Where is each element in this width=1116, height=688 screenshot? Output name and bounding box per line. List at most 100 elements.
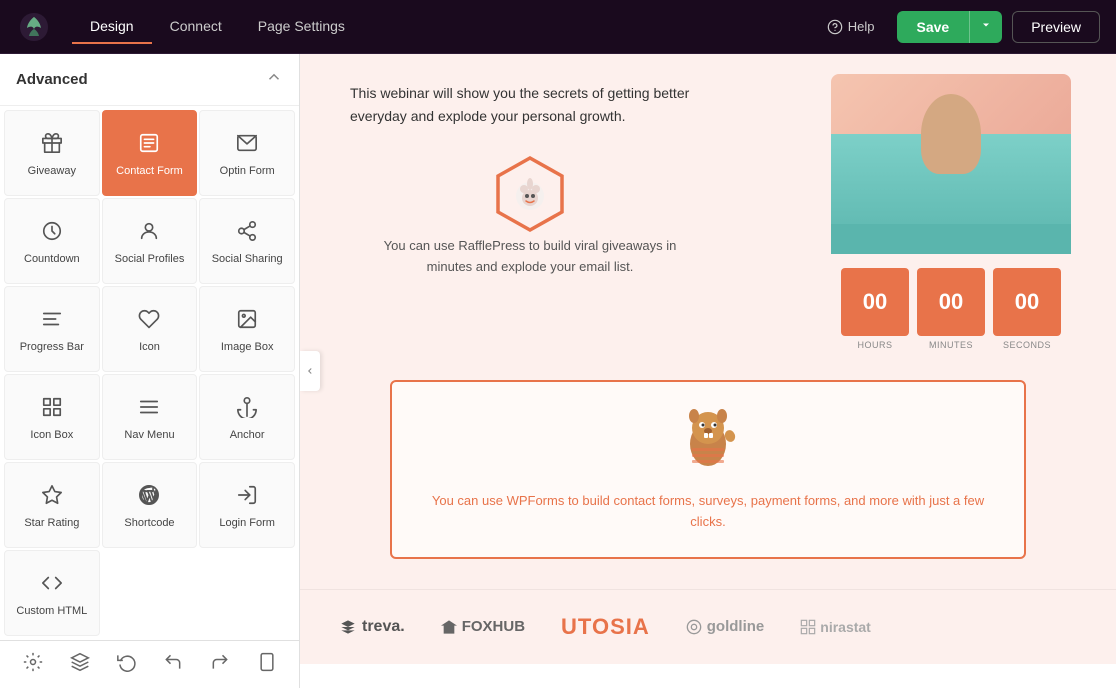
wordpress-icon bbox=[138, 484, 160, 510]
redo-toolbar-icon[interactable] bbox=[202, 644, 238, 685]
webinar-headline: This webinar will show you the secrets o… bbox=[350, 82, 710, 128]
logo-nirastat: nirastat bbox=[800, 619, 871, 635]
countdown-seconds-value: 00 bbox=[1015, 291, 1039, 313]
logo-utosia: UTOSIA bbox=[561, 614, 650, 640]
widget-social-sharing-label: Social Sharing bbox=[212, 252, 283, 266]
widget-nav-menu-label: Nav Menu bbox=[124, 428, 174, 442]
learn-section: Learn My Top 3 Secrets to Improving Your… bbox=[300, 664, 1116, 688]
code-icon bbox=[41, 572, 63, 598]
person-icon bbox=[138, 220, 160, 246]
widget-icon[interactable]: Icon bbox=[102, 286, 198, 372]
widget-custom-html[interactable]: Custom HTML bbox=[4, 550, 100, 636]
countdown-hours-block: 00 bbox=[841, 268, 909, 336]
widget-icon-label: Icon bbox=[139, 340, 160, 354]
save-button[interactable]: Save bbox=[897, 11, 970, 43]
help-button[interactable]: Help bbox=[815, 13, 887, 41]
widget-star-rating-label: Star Rating bbox=[24, 516, 79, 530]
tab-design[interactable]: Design bbox=[72, 10, 152, 44]
help-label: Help bbox=[848, 19, 875, 34]
widget-anchor[interactable]: Anchor bbox=[199, 374, 295, 460]
undo-toolbar-icon[interactable] bbox=[155, 644, 191, 685]
widget-nav-menu[interactable]: Nav Menu bbox=[102, 374, 198, 460]
nav-right-actions: Help Save Preview bbox=[815, 11, 1100, 43]
sidebar-collapse-button[interactable] bbox=[265, 68, 283, 91]
widget-countdown-label: Countdown bbox=[24, 252, 80, 266]
person-image bbox=[831, 74, 1071, 254]
widget-login-form-label: Login Form bbox=[219, 516, 275, 530]
raffle-hex-icon bbox=[492, 154, 568, 236]
wpforms-section: You can use WPForms to build contact for… bbox=[300, 370, 1116, 589]
countdown-minutes-label: MINUTES bbox=[929, 340, 973, 350]
widget-custom-html-label: Custom HTML bbox=[16, 604, 87, 618]
nav-tabs: Design Connect Page Settings bbox=[72, 10, 815, 44]
widget-icon-box[interactable]: Icon Box bbox=[4, 374, 100, 460]
logo-foxhub: FOXHUB bbox=[441, 618, 525, 635]
wpforms-mascot-icon bbox=[678, 406, 738, 476]
widget-image-box[interactable]: Image Box bbox=[199, 286, 295, 372]
countdown-widget: 00 HOURS 00 MINUTES 00 SECO bbox=[841, 268, 1061, 350]
gift-icon bbox=[41, 132, 63, 158]
countdown-hours-label: HOURS bbox=[857, 340, 892, 350]
widget-optin-form[interactable]: Optin Form bbox=[199, 110, 295, 196]
widget-image-box-label: Image Box bbox=[221, 340, 274, 354]
countdown-seconds-block: 00 bbox=[993, 268, 1061, 336]
share-icon bbox=[236, 220, 258, 246]
widget-progress-bar-label: Progress Bar bbox=[20, 340, 84, 354]
save-button-group: Save bbox=[897, 11, 1003, 43]
anchor-icon bbox=[236, 396, 258, 422]
email-icon bbox=[236, 132, 258, 158]
countdown-minutes: 00 MINUTES bbox=[917, 268, 985, 350]
wpforms-description: You can use WPForms to build contact for… bbox=[422, 490, 994, 533]
mobile-toolbar-icon[interactable] bbox=[249, 644, 285, 685]
main-area: Advanced Giveaway bbox=[0, 54, 1116, 688]
menu-icon bbox=[138, 396, 160, 422]
form-icon bbox=[138, 132, 160, 158]
canvas-area: This webinar will show you the secrets o… bbox=[300, 54, 1116, 688]
webinar-left: This webinar will show you the secrets o… bbox=[300, 54, 806, 370]
widget-login-form[interactable]: Login Form bbox=[199, 462, 295, 548]
widget-giveaway[interactable]: Giveaway bbox=[4, 110, 100, 196]
layers-toolbar-icon[interactable] bbox=[62, 644, 98, 685]
widget-social-sharing[interactable]: Social Sharing bbox=[199, 198, 295, 284]
preview-button[interactable]: Preview bbox=[1012, 11, 1100, 43]
save-dropdown-button[interactable] bbox=[969, 11, 1002, 43]
heart-icon bbox=[138, 308, 160, 334]
tab-connect[interactable]: Connect bbox=[152, 10, 240, 44]
sidebar-title: Advanced bbox=[16, 71, 88, 88]
app-logo[interactable] bbox=[16, 9, 52, 45]
widget-contact-form[interactable]: Contact Form bbox=[102, 110, 198, 196]
widget-icon-box-label: Icon Box bbox=[30, 428, 73, 442]
bottom-toolbar bbox=[0, 640, 300, 688]
countdown-hours-value: 00 bbox=[863, 291, 887, 313]
widget-star-rating[interactable]: Star Rating bbox=[4, 462, 100, 548]
wpforms-box: You can use WPForms to build contact for… bbox=[390, 380, 1026, 559]
image-icon bbox=[236, 308, 258, 334]
widget-anchor-label: Anchor bbox=[230, 428, 265, 442]
sidebar: Advanced Giveaway bbox=[0, 54, 300, 688]
grid-icon bbox=[41, 396, 63, 422]
tab-page-settings[interactable]: Page Settings bbox=[240, 10, 363, 44]
countdown-minutes-block: 00 bbox=[917, 268, 985, 336]
settings-toolbar-icon[interactable] bbox=[15, 644, 51, 685]
widget-giveaway-label: Giveaway bbox=[28, 164, 76, 178]
logos-section: treva. FOXHUB UTOSIA goldline nirastat bbox=[300, 589, 1116, 664]
widget-shortcode[interactable]: Shortcode bbox=[102, 462, 198, 548]
raffle-press-widget: You can use RafflePress to build viral g… bbox=[350, 154, 710, 278]
widgets-grid: Giveaway Contact Form bbox=[0, 106, 299, 640]
countdown-seconds: 00 SECONDS bbox=[993, 268, 1061, 350]
countdown-seconds-label: SECONDS bbox=[1003, 340, 1051, 350]
logo-treva: treva. bbox=[340, 618, 405, 636]
history-toolbar-icon[interactable] bbox=[109, 644, 145, 685]
sidebar-header: Advanced bbox=[0, 54, 299, 106]
login-icon bbox=[236, 484, 258, 510]
widget-contact-form-label: Contact Form bbox=[116, 164, 183, 178]
sidebar-collapse-handle[interactable] bbox=[300, 351, 320, 391]
clock-icon bbox=[41, 220, 63, 246]
raffle-description: You can use RafflePress to build viral g… bbox=[370, 236, 690, 278]
countdown-hours: 00 HOURS bbox=[841, 268, 909, 350]
widget-progress-bar[interactable]: Progress Bar bbox=[4, 286, 100, 372]
logo-goldline: goldline bbox=[686, 618, 765, 635]
webinar-section: This webinar will show you the secrets o… bbox=[300, 54, 1116, 370]
widget-social-profiles[interactable]: Social Profiles bbox=[102, 198, 198, 284]
widget-countdown[interactable]: Countdown bbox=[4, 198, 100, 284]
